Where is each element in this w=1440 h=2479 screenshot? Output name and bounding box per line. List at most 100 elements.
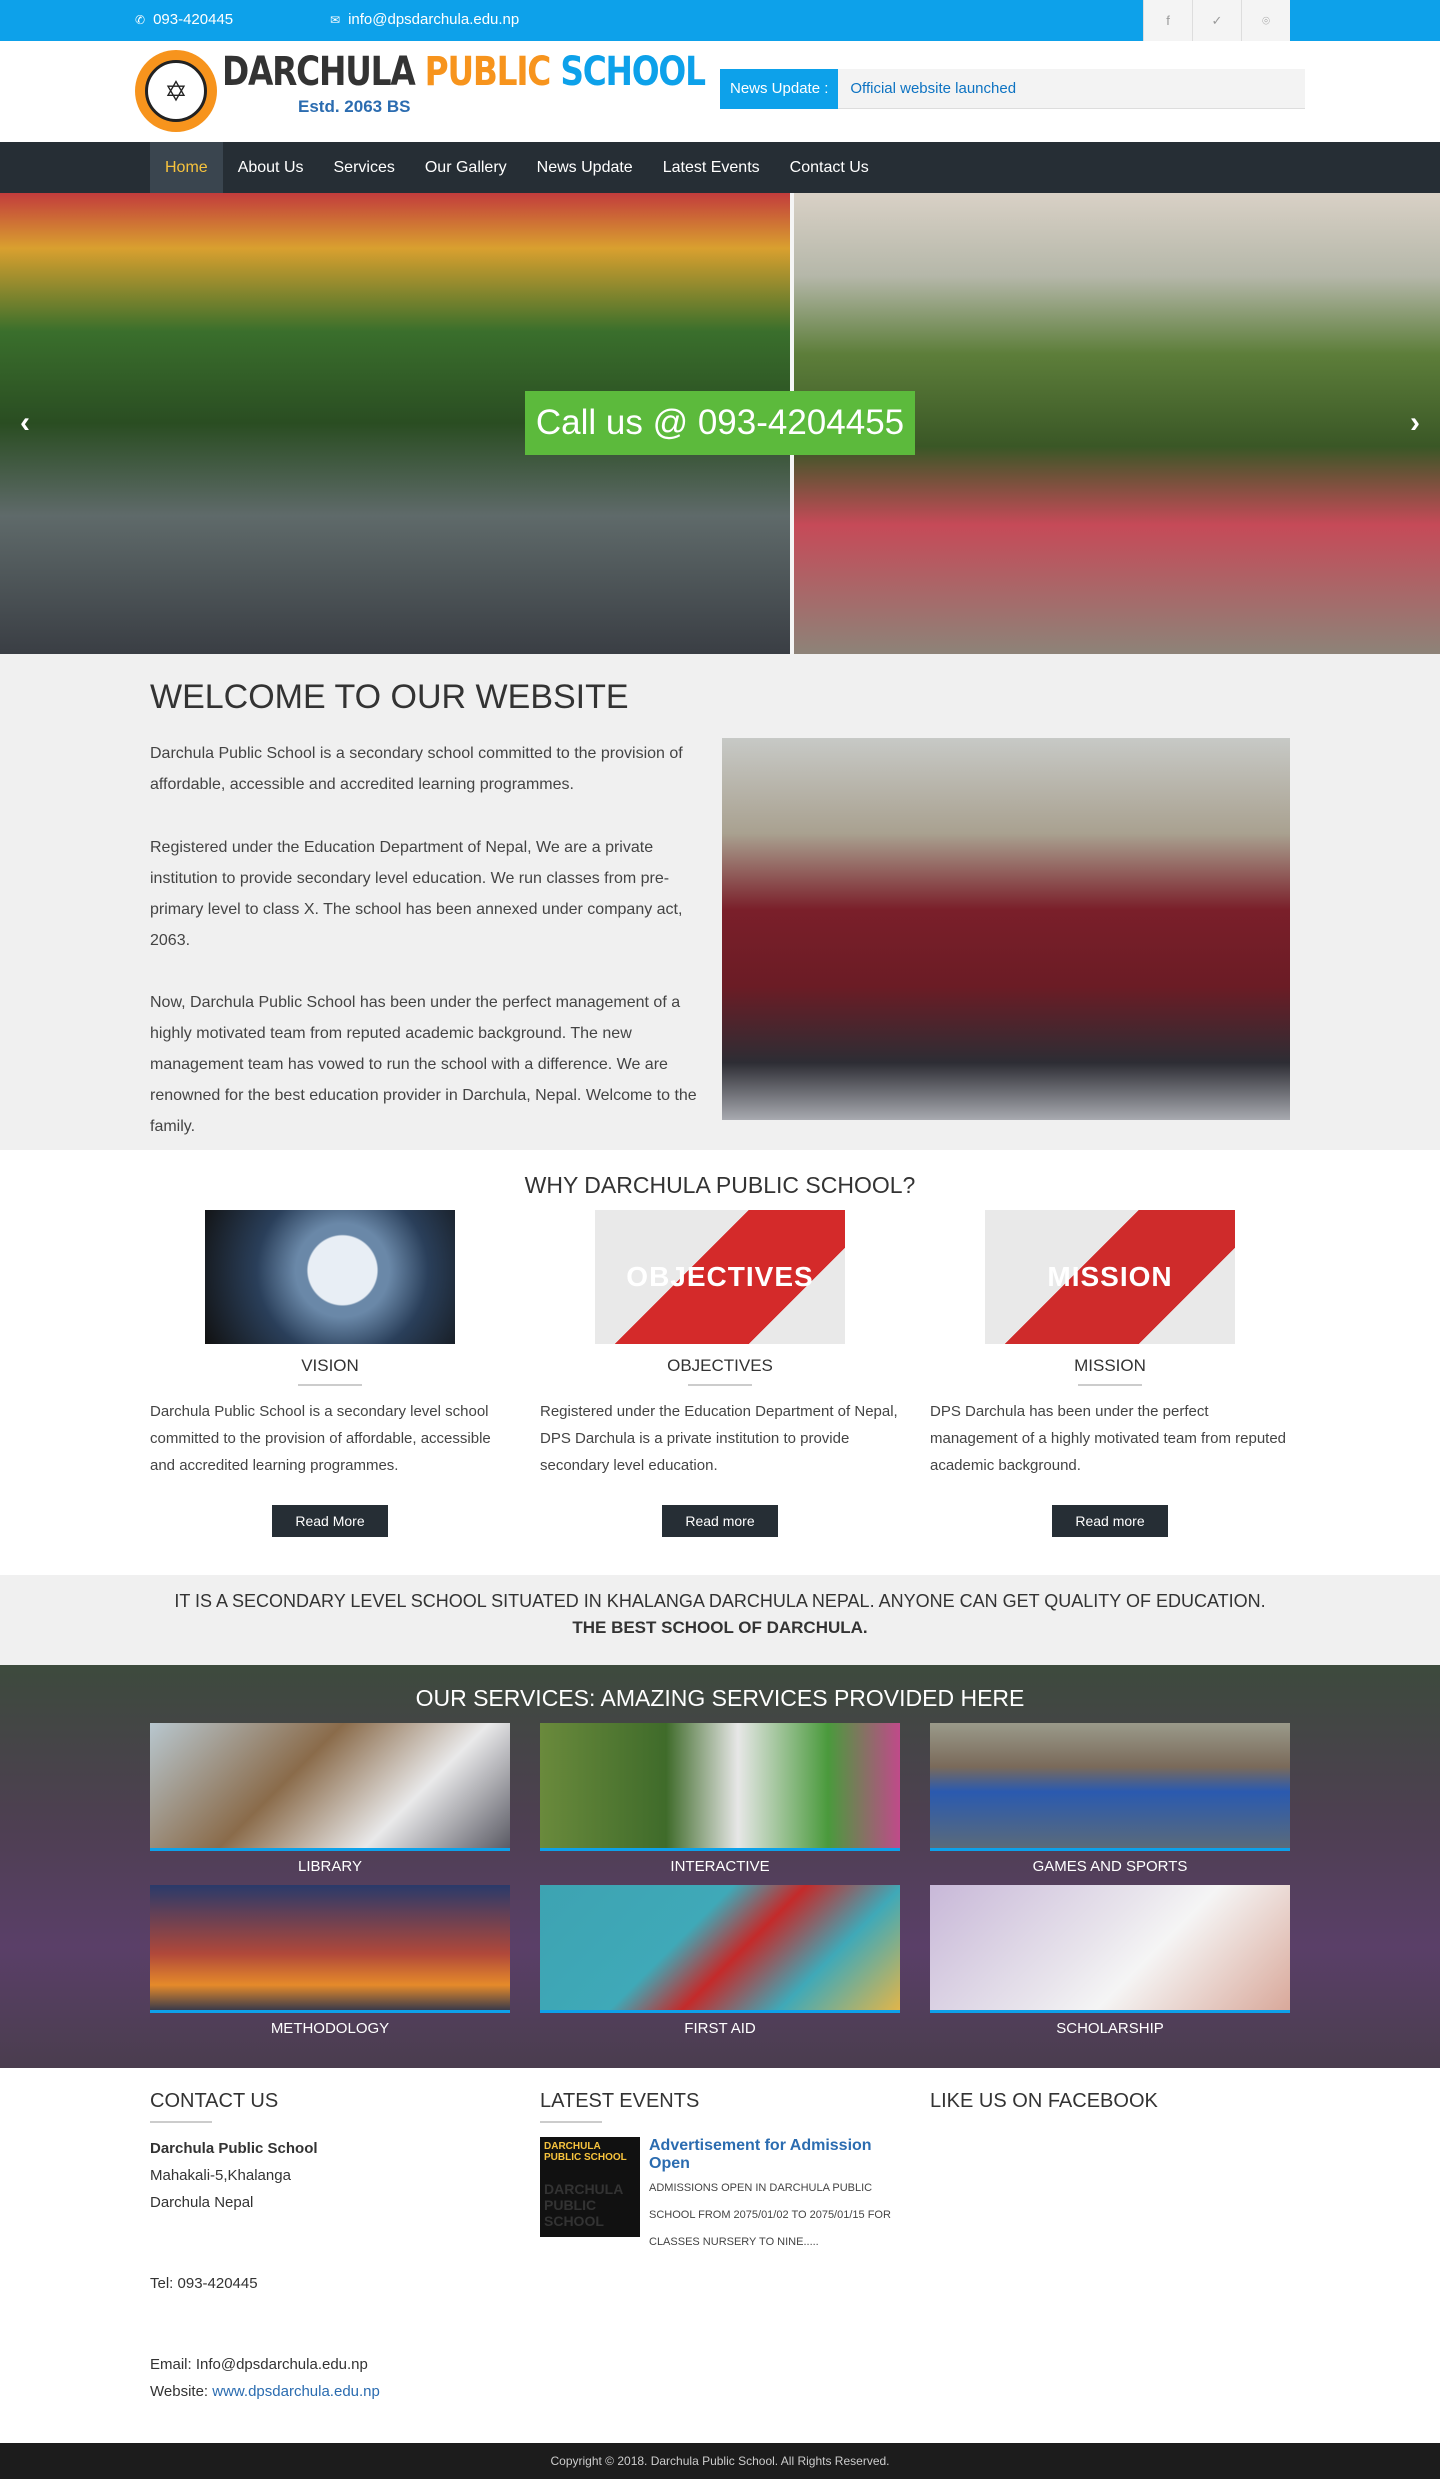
star-icon: ✡ <box>145 60 207 122</box>
event-body: Advertisement for Admission Open ADMISSI… <box>649 2137 900 2256</box>
games-image <box>930 1723 1290 1851</box>
read-more-button[interactable]: Read more <box>1052 1505 1168 1537</box>
contact-tel: Tel: 093-420445 <box>150 2275 258 2292</box>
why-mission: MISSION MISSION DPS Darchula has been un… <box>930 1210 1290 1537</box>
nav-news-update[interactable]: News Update <box>522 142 648 193</box>
logo-title[interactable]: DARCHULA PUBLIC SCHOOL <box>222 49 706 95</box>
contact-column: CONTACT US Darchula Public School Mahaka… <box>150 2090 510 2405</box>
top-bar: ✆ 093-420445 ✉ info@dpsdarchula.edu.np f… <box>0 0 1440 41</box>
thumbnail-watermark: DARCHULA PUBLIC SCHOOL <box>544 2181 623 2229</box>
why-title: WHY DARCHULA PUBLIC SCHOOL? <box>524 1172 916 1198</box>
welcome-title: WELCOME TO OUR WEBSITE <box>150 678 629 716</box>
service-scholarship[interactable]: SCHOLARSHIP <box>930 1885 1290 2037</box>
site-header: ✡ DARCHULA PUBLIC SCHOOL Estd. 2063 BS N… <box>0 41 1440 142</box>
tagline-line-2: THE BEST SCHOOL OF DARCHULA. <box>572 1618 868 1637</box>
event-title[interactable]: Advertisement for Admission Open <box>649 2137 900 2173</box>
hero-slider: ‹ › Call us @ 093-4204455 <box>0 193 1440 654</box>
call-us-banner: Call us @ 093-4204455 <box>525 391 915 455</box>
objectives-image: OBJECTIVES <box>595 1210 845 1344</box>
service-first-aid[interactable]: FIRST AID <box>540 1885 900 2037</box>
welcome-paragraph-2: Registered under the Education Departmen… <box>150 839 683 949</box>
website-link[interactable]: www.dpsdarchula.edu.np <box>212 2383 380 2400</box>
news-label: News Update : <box>720 68 839 109</box>
welcome-section: WELCOME TO OUR WEBSITE Darchula Public S… <box>0 654 1440 1150</box>
services-section: OUR SERVICES: AMAZING SERVICES PROVIDED … <box>0 1665 1440 2068</box>
thumbnail-text: DARCHULA PUBLIC SCHOOL <box>544 2141 627 2163</box>
nav-services[interactable]: Services <box>319 142 410 193</box>
twitter-icon[interactable]: ✓ <box>1192 0 1241 41</box>
service-caption: METHODOLOGY <box>270 2020 390 2037</box>
methodology-image <box>150 1885 510 2013</box>
news-text[interactable]: Official website launched <box>838 80 1016 97</box>
welcome-paragraph-1: Darchula Public School is a secondary sc… <box>150 745 683 793</box>
chevron-left-icon[interactable]: ‹ <box>20 406 30 440</box>
service-methodology[interactable]: METHODOLOGY <box>150 1885 510 2037</box>
heading-underline <box>688 1384 752 1386</box>
events-title: LATEST EVENTS <box>540 2090 700 2112</box>
logo-title-word-3: SCHOOL <box>560 49 706 95</box>
service-caption: SCHOLARSHIP <box>1056 2020 1164 2037</box>
services-title: OUR SERVICES: AMAZING SERVICES PROVIDED … <box>415 1685 1025 1711</box>
students-group-photo <box>722 738 1290 1120</box>
website-label: Website: <box>150 2383 213 2400</box>
service-caption: LIBRARY <box>298 1858 362 1875</box>
email-text[interactable]: info@dpsdarchula.edu.np <box>348 11 519 28</box>
heading-underline <box>298 1384 362 1386</box>
scholarship-image <box>930 1885 1290 2013</box>
why-vision: VISION Darchula Public School is a secon… <box>150 1210 510 1537</box>
why-text: Darchula Public School is a secondary le… <box>150 1403 491 1474</box>
service-interactive[interactable]: INTERACTIVE <box>540 1723 900 1875</box>
chevron-right-icon[interactable]: › <box>1410 406 1420 440</box>
nav-home[interactable]: Home <box>150 142 223 193</box>
logo-title-word-2: PUBLIC <box>424 49 561 95</box>
facebook-title: LIKE US ON FACEBOOK <box>930 2090 1158 2112</box>
why-text: Registered under the Education Departmen… <box>540 1403 898 1474</box>
facebook-icon[interactable]: f <box>1143 0 1192 41</box>
why-text: DPS Darchula has been under the perfect … <box>930 1403 1287 1474</box>
nav-contact-us[interactable]: Contact Us <box>775 142 884 193</box>
contact-title: CONTACT US <box>150 2090 279 2112</box>
heading-underline <box>150 2121 212 2123</box>
service-games-and-sports[interactable]: GAMES AND SPORTS <box>930 1723 1290 1875</box>
service-caption: FIRST AID <box>684 2020 756 2037</box>
event-description: ADMISSIONS OPEN IN DARCHULA PUBLIC SCHOO… <box>649 2182 891 2248</box>
main-nav: Home About Us Services Our Gallery News … <box>0 142 1440 193</box>
heading-underline <box>540 2121 602 2123</box>
event-thumbnail[interactable]: DARCHULA PUBLIC SCHOOL DARCHULA PUBLIC S… <box>540 2137 640 2237</box>
email-info[interactable]: ✉ info@dpsdarchula.edu.np <box>330 11 519 28</box>
phone-info: ✆ 093-420445 <box>135 11 233 28</box>
news-ticker: News Update : Official website launched <box>720 68 1305 109</box>
school-logo[interactable]: ✡ <box>135 50 217 132</box>
events-column: LATEST EVENTS DARCHULA PUBLIC SCHOOL DAR… <box>540 2090 900 2256</box>
first-aid-image <box>540 1885 900 2013</box>
pinterest-icon[interactable]: ⌾ <box>1241 0 1290 41</box>
tagline-banner: IT IS A SECONDARY LEVEL SCHOOL SITUATED … <box>0 1575 1440 1665</box>
contact-name: Darchula Public School <box>150 2140 318 2157</box>
why-heading: OBJECTIVES <box>667 1356 773 1375</box>
phone-icon: ✆ <box>135 12 146 27</box>
service-caption: INTERACTIVE <box>670 1858 770 1875</box>
read-more-button[interactable]: Read more <box>662 1505 778 1537</box>
nav-our-gallery[interactable]: Our Gallery <box>410 142 522 193</box>
library-image <box>150 1723 510 1851</box>
read-more-button[interactable]: Read More <box>272 1505 388 1537</box>
phone-text: 093-420445 <box>153 11 234 28</box>
mail-icon: ✉ <box>330 12 341 27</box>
service-library[interactable]: LIBRARY <box>150 1723 510 1875</box>
mission-image: MISSION <box>985 1210 1235 1344</box>
tagline-line-1: IT IS A SECONDARY LEVEL SCHOOL SITUATED … <box>174 1591 1266 1611</box>
social-links: f ✓ ⌾ <box>1143 0 1290 41</box>
crystal-ball-image <box>205 1210 455 1344</box>
contact-email: Email: Info@dpsdarchula.edu.np <box>150 2356 368 2373</box>
nav-about-us[interactable]: About Us <box>223 142 319 193</box>
why-heading: MISSION <box>1074 1356 1146 1375</box>
welcome-paragraph-3: Now, Darchula Public School has been und… <box>150 994 697 1135</box>
contact-address-2: Darchula Nepal <box>150 2194 254 2211</box>
event-item[interactable]: DARCHULA PUBLIC SCHOOL DARCHULA PUBLIC S… <box>540 2137 900 2256</box>
why-heading: VISION <box>301 1356 359 1375</box>
service-caption: GAMES AND SPORTS <box>1032 1858 1188 1875</box>
contact-website-row: Website: www.dpsdarchula.edu.np <box>150 2378 510 2405</box>
interactive-image <box>540 1723 900 1851</box>
facebook-column: LIKE US ON FACEBOOK <box>930 2090 1290 2113</box>
nav-latest-events[interactable]: Latest Events <box>648 142 775 193</box>
